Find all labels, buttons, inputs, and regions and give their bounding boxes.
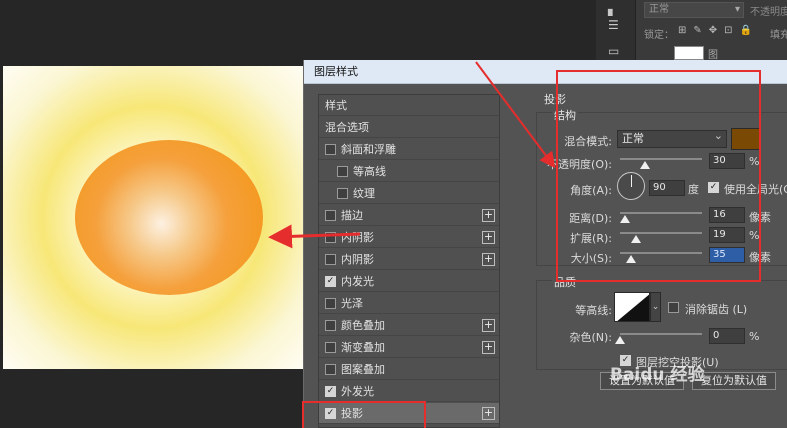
watermark: Baidu 经验 — [610, 365, 705, 385]
arrow-to-sun — [268, 224, 361, 249]
arrow-to-settings — [475, 61, 556, 169]
